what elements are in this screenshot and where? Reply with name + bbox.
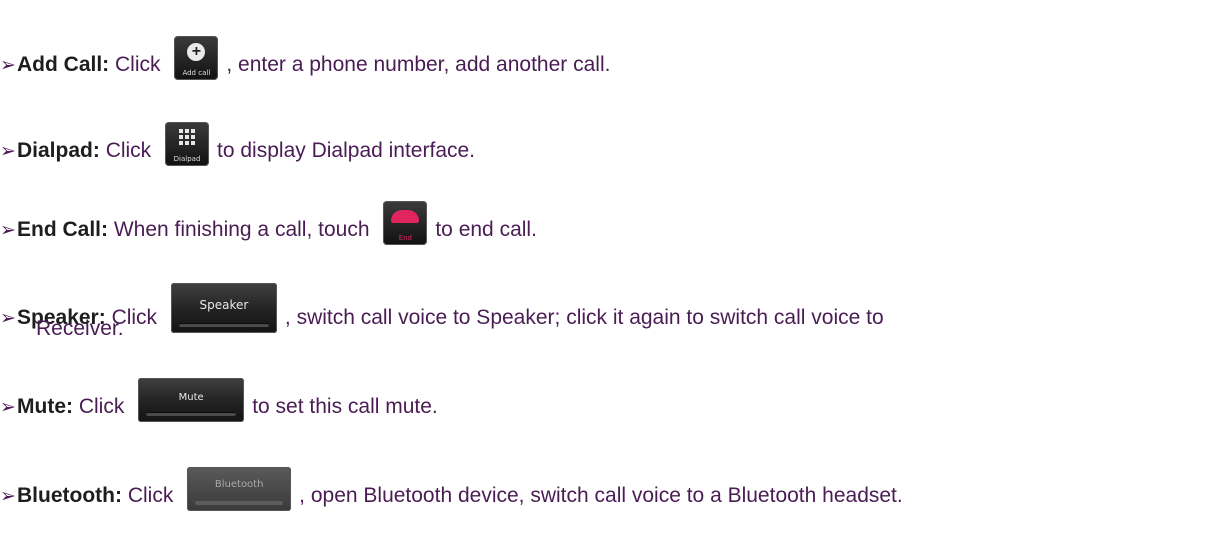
end-call-icon: End	[383, 201, 428, 245]
icon-caption: End	[398, 234, 412, 242]
term-mute: Mute:	[17, 395, 73, 418]
list-item-bluetooth: ➢Bluetooth: Click Bluetooth , open Bluet…	[0, 467, 903, 511]
arrow-bullet-icon: ➢	[0, 141, 16, 162]
speaker-button-icon: Speaker	[170, 283, 277, 333]
list-item-dialpad: ➢Dialpad: Click Dialpad to display Dialp…	[0, 122, 475, 166]
arrow-bullet-icon: ➢	[0, 220, 16, 241]
list-item-end-call: ➢End Call: When finishing a call, touch …	[0, 201, 537, 245]
arrow-bullet-icon: ➢	[0, 55, 16, 76]
list-item-speaker: ➢Speaker: Click Speaker , switch call vo…	[0, 283, 884, 333]
arrow-bullet-icon: ➢	[0, 397, 16, 418]
dialpad-icon: Dialpad	[165, 122, 210, 166]
text-before: Click	[78, 395, 125, 418]
list-item-add-call: ➢Add Call: Click + Add call , enter a ph…	[0, 36, 610, 80]
text-before: When finishing a call, touch	[113, 218, 370, 241]
text-after: to end call.	[435, 218, 537, 241]
text-before: Click	[115, 53, 161, 76]
text-after: , enter a phone number, add another call…	[226, 53, 611, 76]
icon-caption: Add call	[182, 69, 211, 77]
text-before: Click	[105, 139, 152, 162]
speaker-continuation: Receiver.	[36, 317, 124, 340]
bluetooth-button-icon: Bluetooth	[187, 467, 292, 511]
icon-caption: Mute	[178, 392, 204, 403]
term-add-call: Add Call:	[17, 53, 110, 76]
text-after: to display Dialpad interface.	[217, 139, 476, 162]
text-after: , open Bluetooth device, switch call voi…	[299, 484, 903, 507]
mute-button-icon: Mute	[138, 378, 245, 422]
icon-caption: Dialpad	[173, 155, 201, 163]
text-after: to set this call mute.	[252, 395, 438, 418]
icon-caption: Speaker	[199, 298, 249, 312]
icon-caption: Bluetooth	[214, 479, 264, 490]
term-dialpad: Dialpad:	[17, 139, 100, 162]
text-after: , switch call voice to Speaker; click it…	[284, 306, 884, 329]
list-item-mute: ➢Mute: Click Mute to set this call mute.	[0, 378, 438, 422]
term-end-call: End Call:	[17, 218, 109, 241]
text-before: Click	[127, 484, 174, 507]
arrow-bullet-icon: ➢	[0, 486, 16, 507]
add-call-icon: + Add call	[174, 36, 219, 80]
arrow-bullet-icon: ➢	[0, 308, 16, 329]
term-bluetooth: Bluetooth:	[17, 484, 122, 507]
